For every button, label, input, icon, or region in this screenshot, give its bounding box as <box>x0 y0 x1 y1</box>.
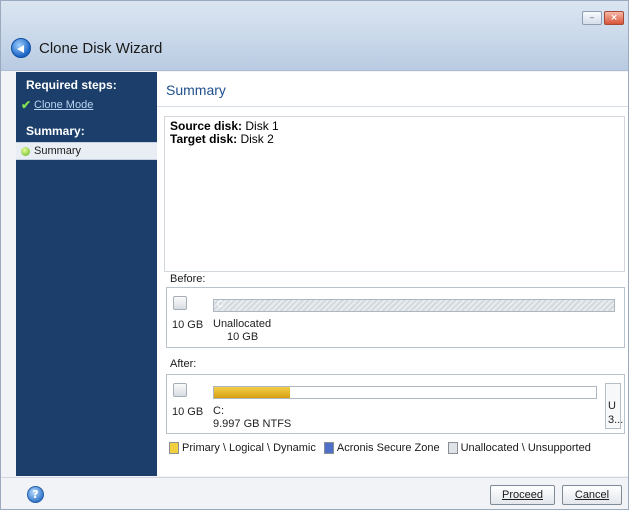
bottom-bar: ? Proceed Cancel <box>1 477 628 509</box>
target-disk-value: Disk 2 <box>237 132 274 146</box>
target-disk-line: Target disk: Disk 2 <box>170 133 619 146</box>
window-controls: – × <box>582 11 624 25</box>
check-icon: ✔ <box>21 98 32 112</box>
disk-icon <box>173 383 187 397</box>
legend-swatch-secure-zone <box>323 442 334 454</box>
proceed-button-label: Proceed <box>502 489 543 501</box>
proceed-button[interactable]: Proceed <box>490 485 555 505</box>
legend-swatch-unallocated <box>447 442 458 454</box>
required-steps-heading: Required steps: <box>26 78 117 92</box>
window-title: Clone Disk Wizard <box>39 40 163 57</box>
source-disk-value: Disk 1 <box>242 119 279 133</box>
legend-label-unallocated: Unallocated \ Unsupported <box>460 442 591 454</box>
summary-heading: Summary: <box>26 124 85 138</box>
legend-item-secure-zone: Acronis Secure Zone <box>323 442 440 454</box>
after-partition-bar[interactable] <box>213 386 597 399</box>
before-disk-size: 10 GB <box>172 319 204 331</box>
after-disk-panel: 10 GB C: 9.997 GB NTFS U 3... <box>166 374 625 434</box>
after-disk-size: 10 GB <box>172 406 204 418</box>
summary-text-box: Source disk: Disk 1 Target disk: Disk 2 <box>164 116 625 272</box>
after-partition-name: C: <box>213 405 224 417</box>
clone-disk-wizard-window: – × Clone Disk Wizard Required steps: ✔ … <box>0 0 629 510</box>
legend-item-unallocated: Unallocated \ Unsupported <box>447 442 591 454</box>
sidebar-item-summary[interactable]: Summary <box>16 142 157 160</box>
legend-label-secure-zone: Acronis Secure Zone <box>336 442 440 454</box>
legend-label-primary: Primary \ Logical \ Dynamic <box>182 442 316 454</box>
legend-swatch-primary <box>169 442 179 454</box>
close-button[interactable]: × <box>604 11 624 25</box>
title-divider <box>157 106 628 107</box>
before-disk-panel: 10 GB C Unallocated 10 GB <box>166 287 625 348</box>
before-partition-bar-letter: C <box>217 299 224 309</box>
target-disk-label: Target disk: <box>170 132 238 146</box>
after-partition-fill <box>214 387 291 398</box>
source-disk-label: Source disk: <box>170 119 243 133</box>
sidebar-item-label: Summary <box>34 145 82 157</box>
current-step-icon <box>21 146 30 156</box>
before-partition-name: Unallocated <box>213 318 272 330</box>
sidebar-item-label: Clone Mode <box>34 99 94 111</box>
after-small-partition[interactable]: U 3... <box>605 383 624 429</box>
back-arrow-icon <box>11 38 31 58</box>
minimize-button[interactable]: – <box>582 11 602 25</box>
disk-icon <box>173 296 187 310</box>
before-partition-bar[interactable]: C <box>213 299 615 312</box>
cancel-button[interactable]: Cancel <box>562 485 622 505</box>
cancel-button-label: Cancel <box>574 489 610 501</box>
page-title: Summary <box>166 82 226 98</box>
after-small-partition-bottom: 3... <box>608 414 624 426</box>
sidebar-item-clone-mode[interactable]: ✔ Clone Mode <box>16 96 157 114</box>
before-partition-size: 10 GB <box>227 331 259 343</box>
main-content: Summary Source disk: Disk 1 Target disk:… <box>157 72 628 476</box>
before-label: Before: <box>170 273 206 285</box>
after-label: After: <box>170 358 197 370</box>
after-partition-info: 9.997 GB NTFS <box>213 418 292 430</box>
legend-item-primary: Primary \ Logical \ Dynamic <box>169 442 316 454</box>
after-small-partition-top: U <box>608 400 616 412</box>
sidebar: Required steps: ✔ Clone Mode Summary: Su… <box>16 72 157 476</box>
title-bar: – × Clone Disk Wizard <box>1 1 628 71</box>
partition-legend: Primary \ Logical \ Dynamic Acronis Secu… <box>169 442 599 454</box>
help-icon[interactable]: ? <box>27 486 44 503</box>
